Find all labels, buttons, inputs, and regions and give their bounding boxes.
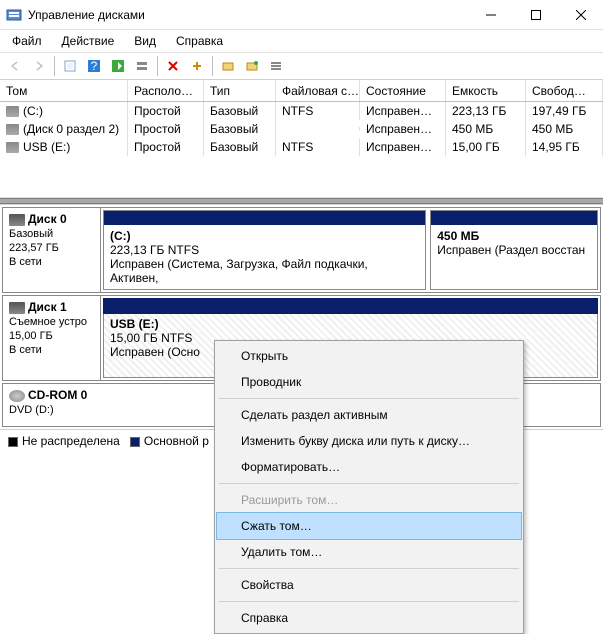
context-open[interactable]: Открыть xyxy=(217,343,521,369)
partition-header xyxy=(104,299,597,313)
delete-button[interactable] xyxy=(162,55,184,77)
legend-primary: Основной р xyxy=(130,434,209,448)
app-icon xyxy=(6,7,22,23)
column-type[interactable]: Тип xyxy=(204,80,276,101)
disk-row: Диск 0 Базовый 223,57 ГБ В сети (C:) 223… xyxy=(2,207,601,293)
menu-file[interactable]: Файл xyxy=(4,32,50,50)
properties-button[interactable] xyxy=(131,55,153,77)
menu-help[interactable]: Справка xyxy=(168,32,231,50)
context-properties[interactable]: Свойства xyxy=(217,572,521,598)
column-free[interactable]: Свобод… xyxy=(526,80,603,101)
svg-text:?: ? xyxy=(91,59,98,73)
table-row[interactable]: USB (E:) Простой Базовый NTFS Исправен… … xyxy=(0,138,603,156)
disk-icon xyxy=(9,214,25,226)
swatch-primary-icon xyxy=(130,437,140,447)
window-title: Управление дисками xyxy=(28,8,468,22)
menu-separator xyxy=(219,601,519,602)
separator-icon xyxy=(157,56,158,76)
minimize-button[interactable] xyxy=(468,0,513,30)
disk-info[interactable]: CD-ROM 0 DVD (D:) xyxy=(3,384,101,426)
context-explorer[interactable]: Проводник xyxy=(217,369,521,395)
table-body: (C:) Простой Базовый NTFS Исправен… 223,… xyxy=(0,102,603,156)
table-row[interactable]: (Диск 0 раздел 2) Простой Базовый Исправ… xyxy=(0,120,603,138)
partition-header xyxy=(104,211,425,225)
volume-icon xyxy=(6,124,19,135)
table-empty-area xyxy=(0,156,603,198)
forward-button[interactable] xyxy=(28,55,50,77)
toolbar: ? xyxy=(0,52,603,80)
maximize-button[interactable] xyxy=(513,0,558,30)
volume-icon xyxy=(6,142,19,153)
partition[interactable]: (C:) 223,13 ГБ NTFS Исправен (Система, З… xyxy=(103,210,426,290)
list-view-button[interactable] xyxy=(265,55,287,77)
menu-bar: Файл Действие Вид Справка xyxy=(0,30,603,52)
back-button[interactable] xyxy=(4,55,26,77)
disk-icon xyxy=(9,302,25,314)
help-button[interactable]: ? xyxy=(83,55,105,77)
disk-info[interactable]: Диск 1 Съемное устро 15,00 ГБ В сети xyxy=(3,296,101,380)
context-make-active[interactable]: Сделать раздел активным xyxy=(217,402,521,428)
context-delete[interactable]: Удалить том… xyxy=(217,539,521,565)
action-button[interactable] xyxy=(241,55,263,77)
column-volume[interactable]: Том xyxy=(0,80,128,101)
menu-view[interactable]: Вид xyxy=(126,32,164,50)
partition-header xyxy=(431,211,597,225)
context-format[interactable]: Форматировать… xyxy=(217,454,521,480)
column-filesystem[interactable]: Файловая с… xyxy=(276,80,360,101)
context-menu: Открыть Проводник Сделать раздел активны… xyxy=(214,340,524,634)
menu-separator xyxy=(219,483,519,484)
menu-action[interactable]: Действие xyxy=(54,32,123,50)
separator-icon xyxy=(54,56,55,76)
rescan-disks-button[interactable] xyxy=(217,55,239,77)
context-change-letter[interactable]: Изменить букву диска или путь к диску… xyxy=(217,428,521,454)
context-shrink[interactable]: Сжать том… xyxy=(217,513,521,539)
table-row[interactable]: (C:) Простой Базовый NTFS Исправен… 223,… xyxy=(0,102,603,120)
cdrom-icon xyxy=(9,390,25,402)
title-bar: Управление дисками xyxy=(0,0,603,30)
column-layout[interactable]: Располо… xyxy=(128,80,204,101)
menu-separator xyxy=(219,568,519,569)
context-help[interactable]: Справка xyxy=(217,605,521,631)
table-header: Том Располо… Тип Файловая с… Состояние Е… xyxy=(0,80,603,102)
refresh-button[interactable] xyxy=(107,55,129,77)
legend-unallocated: Не распределена xyxy=(8,434,120,448)
column-status[interactable]: Состояние xyxy=(360,80,446,101)
menu-separator xyxy=(219,398,519,399)
partition[interactable]: 450 МБ Исправен (Раздел восстан xyxy=(430,210,598,290)
disk-info[interactable]: Диск 0 Базовый 223,57 ГБ В сети xyxy=(3,208,101,292)
swatch-unallocated-icon xyxy=(8,437,18,447)
volume-icon xyxy=(6,106,19,117)
close-button[interactable] xyxy=(558,0,603,30)
column-capacity[interactable]: Емкость xyxy=(446,80,526,101)
settings-button[interactable] xyxy=(186,55,208,77)
refresh-scope-button[interactable] xyxy=(59,55,81,77)
volume-table: Том Располо… Тип Файловая с… Состояние Е… xyxy=(0,80,603,198)
context-extend: Расширить том… xyxy=(217,487,521,513)
separator-icon xyxy=(212,56,213,76)
